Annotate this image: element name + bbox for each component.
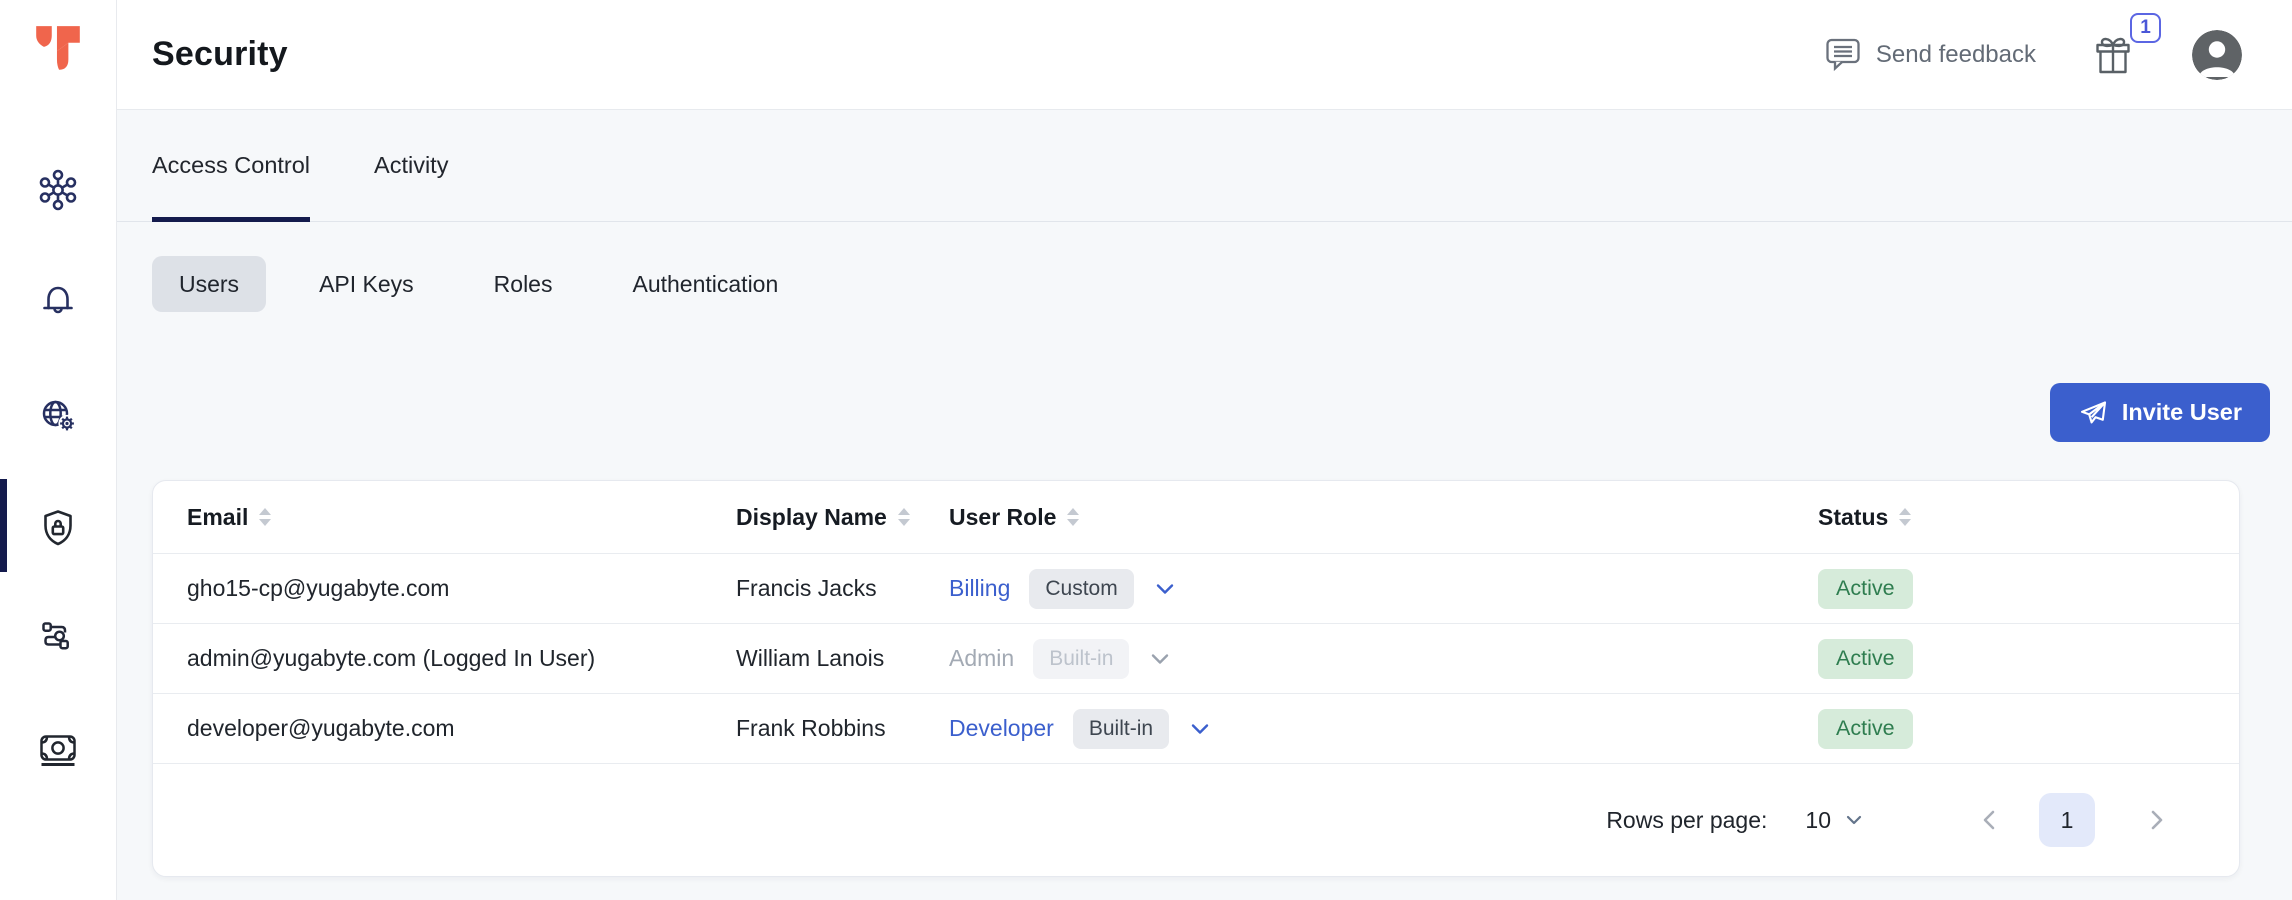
current-page-number: 1: [2061, 807, 2074, 834]
rows-per-page-label: Rows per page:: [1606, 807, 1767, 834]
integrations-icon: [34, 614, 82, 662]
next-page-button[interactable]: [2143, 807, 2169, 833]
feedback-bubble-icon: [1825, 37, 1861, 73]
sort-icon[interactable]: [1067, 508, 1079, 526]
rows-per-page-value: 10: [1805, 807, 1831, 834]
status-badge: Active: [1818, 569, 1913, 609]
send-feedback-label: Send feedback: [1876, 41, 2036, 69]
column-header-status[interactable]: Status: [1818, 504, 2239, 531]
yugabyte-logo[interactable]: [31, 22, 85, 76]
previous-page-button[interactable]: [1977, 807, 2003, 833]
column-header-email[interactable]: Email: [187, 504, 736, 531]
sort-icon[interactable]: [898, 508, 910, 526]
subtab-bar: Users API Keys Roles Authentication: [152, 256, 2292, 312]
chevron-down-icon[interactable]: [1153, 577, 1177, 601]
column-header-display-name[interactable]: Display Name: [736, 504, 949, 531]
cell-email: developer@yugabyte.com: [187, 715, 736, 742]
users-table-card: Email Display Name User Role Status gho1…: [152, 480, 2240, 877]
subtab-authentication[interactable]: Authentication: [605, 256, 805, 312]
alerts-icon: [34, 276, 82, 324]
cell-display-name: Frank Robbins: [736, 715, 949, 742]
cell-status: Active: [1818, 569, 2239, 609]
chevron-down-icon[interactable]: [1148, 647, 1172, 671]
gift-icon: [2091, 30, 2135, 80]
avatar-person-icon: [2192, 30, 2242, 80]
sidebar-item-alerts[interactable]: [34, 276, 82, 324]
cell-status: Active: [1818, 709, 2239, 749]
sort-icon[interactable]: [259, 508, 271, 526]
role-type-chip: Built-in: [1073, 709, 1169, 749]
gift-count-badge: 1: [2130, 13, 2161, 43]
invite-user-button[interactable]: Invite User: [2050, 383, 2270, 442]
whats-new-button[interactable]: 1: [2091, 30, 2135, 80]
table-row: developer@yugabyte.com Frank Robbins Dev…: [153, 693, 2239, 763]
chevron-down-icon: [1843, 809, 1865, 831]
paper-plane-icon: [2078, 398, 2108, 428]
status-badge: Active: [1818, 639, 1913, 679]
subtab-api-keys[interactable]: API Keys: [292, 256, 441, 312]
sidebar-item-integrations[interactable]: [34, 614, 82, 662]
table-header-row: Email Display Name User Role Status: [153, 481, 2239, 553]
cell-email: gho15-cp@yugabyte.com: [187, 575, 736, 602]
subtab-users[interactable]: Users: [152, 256, 266, 312]
cell-email: admin@yugabyte.com (Logged In User): [187, 645, 736, 672]
main-content: Access Control Activity Users API Keys R…: [117, 110, 2292, 900]
tab-activity[interactable]: Activity: [374, 110, 448, 221]
role-link: Admin: [949, 645, 1014, 672]
subtab-roles[interactable]: Roles: [467, 256, 580, 312]
sidebar-item-billing[interactable]: [34, 725, 82, 773]
table-row: gho15-cp@yugabyte.com Francis Jacks Bill…: [153, 553, 2239, 623]
tab-access-control[interactable]: Access Control: [152, 110, 310, 221]
cell-user-role: Billing Custom: [949, 569, 1818, 609]
table-row: admin@yugabyte.com (Logged In User) Will…: [153, 623, 2239, 693]
cell-display-name: William Lanois: [736, 645, 949, 672]
sidebar-item-clusters[interactable]: [34, 166, 82, 214]
cell-user-role: Developer Built-in: [949, 709, 1818, 749]
cell-status: Active: [1818, 639, 2239, 679]
sidebar-item-network-settings[interactable]: [34, 391, 82, 439]
role-type-chip: Built-in: [1033, 639, 1129, 679]
chevron-down-icon[interactable]: [1188, 717, 1212, 741]
status-badge: Active: [1818, 709, 1913, 749]
sort-icon[interactable]: [1899, 508, 1911, 526]
cell-display-name: Francis Jacks: [736, 575, 949, 602]
invite-user-label: Invite User: [2122, 399, 2242, 426]
sidebar-item-security[interactable]: [34, 504, 82, 552]
page-title: Security: [152, 35, 288, 74]
tab-bar: Access Control Activity: [117, 110, 2292, 222]
rows-per-page-select[interactable]: 10: [1805, 807, 1865, 834]
billing-icon: [34, 725, 82, 773]
send-feedback-button[interactable]: Send feedback: [1825, 37, 2036, 73]
active-nav-indicator: [0, 479, 7, 572]
role-type-chip: Custom: [1029, 569, 1133, 609]
role-link[interactable]: Billing: [949, 575, 1010, 602]
sidebar: [0, 0, 117, 900]
role-link[interactable]: Developer: [949, 715, 1054, 742]
user-avatar[interactable]: [2192, 30, 2242, 80]
page-header: Security Send feedback: [117, 0, 2292, 110]
cell-user-role: Admin Built-in: [949, 639, 1818, 679]
clusters-icon: [34, 166, 82, 214]
current-page-button[interactable]: 1: [2039, 793, 2095, 847]
pagination-bar: Rows per page: 10 1: [153, 763, 2239, 876]
column-header-user-role[interactable]: User Role: [949, 504, 1818, 531]
security-shield-lock-icon: [34, 504, 82, 552]
network-settings-icon: [34, 391, 82, 439]
